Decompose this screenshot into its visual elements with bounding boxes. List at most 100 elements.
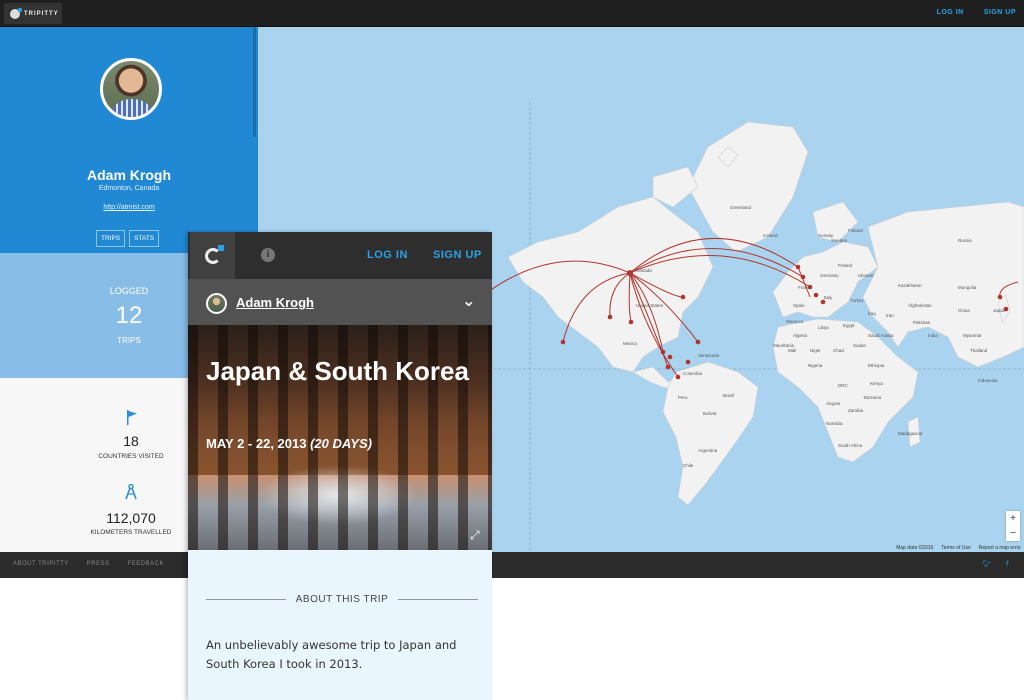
profile-name: Adam Krogh [87, 167, 171, 183]
footer-feedback-link[interactable]: FEEDBACK [128, 561, 164, 567]
map-label: Niger [810, 348, 821, 353]
twitter-icon[interactable]: 🐦︎ [982, 560, 991, 568]
map-label: Germany [820, 273, 839, 278]
footer-about-link[interactable]: ABOUT TRIPITTY [13, 561, 69, 567]
map-label: Indonesia [978, 378, 998, 383]
map-label: Peru [678, 395, 688, 400]
map-label: Mauritania [773, 343, 795, 348]
trip-dates: MAY 2 - 22, 2013 (20 DAYS) [206, 436, 372, 451]
user-name-link[interactable]: Adam Krogh [236, 295, 314, 310]
map-label: Chad [833, 348, 844, 353]
map-label: Afghanistan [908, 303, 932, 308]
zoom-out-button[interactable]: − [1006, 526, 1020, 541]
sidebar-scrollbar[interactable] [253, 27, 256, 137]
map-label: Iceland [763, 233, 778, 238]
map-label: Tanzania [863, 395, 882, 400]
tripitty-logo-icon [10, 7, 22, 19]
trip-details: ABOUT THIS TRIP An unbelievably awesome … [188, 550, 492, 700]
mobile-login-link[interactable]: LOG IN [367, 249, 408, 261]
map-label: Turkey [850, 298, 864, 303]
top-navbar: TRIPITTY LOG IN SIGN UP [0, 0, 1024, 27]
tripitty-logo-icon [204, 244, 224, 264]
report-error-link[interactable]: Report a map error [979, 545, 1021, 551]
map-label: India [928, 333, 938, 338]
map-label: Mongolia [958, 285, 977, 290]
trip-date-range: MAY 2 - 22, 2013 [206, 436, 307, 451]
footer-press-link[interactable]: PRESS [87, 561, 110, 567]
facebook-icon[interactable]: f [1006, 560, 1014, 568]
trip-hero-image: Japan & South Korea MAY 2 - 22, 2013 (20… [188, 325, 492, 550]
mobile-logo[interactable] [190, 232, 235, 279]
map-label: Argentina [698, 448, 718, 453]
avatar [100, 58, 162, 120]
map-label: Zambia [848, 408, 864, 413]
terms-link[interactable]: Terms of Use [941, 545, 970, 551]
map-label: Egypt [843, 323, 855, 328]
map-label: Angola [826, 401, 841, 406]
trip-title: Japan & South Korea [206, 356, 469, 386]
map-label: Kazakhstan [898, 283, 922, 288]
map-label: Greenland [730, 205, 752, 210]
map-label: Madagascar [898, 431, 923, 436]
brand-logo[interactable]: TRIPITTY [4, 3, 62, 24]
avatar [206, 293, 227, 314]
chevron-down-icon[interactable]: ⌄ [462, 291, 475, 310]
map-label: Thailand [970, 348, 988, 353]
stats-button[interactable]: STATS [129, 230, 160, 247]
map-label: Mali [788, 348, 796, 353]
map-label: Algeria [793, 333, 808, 338]
trips-button[interactable]: TRIPS [96, 230, 126, 247]
trip-description: An unbelievably awesome trip to Japan an… [206, 638, 457, 671]
profile-location: Edmonton, Canada [98, 185, 160, 192]
map-label: China [958, 308, 970, 313]
map-label: France [798, 285, 813, 290]
divider [398, 599, 478, 600]
map-label: Japan [993, 308, 1006, 313]
map-label: Canada [636, 268, 652, 273]
map-label: Nigeria [808, 363, 823, 368]
map-label: Finland [848, 228, 863, 233]
map-label: Ethiopia [868, 363, 885, 368]
trip-duration: (20 DAYS) [310, 436, 372, 451]
map-label: DRC [838, 383, 848, 388]
signup-link[interactable]: SIGN UP [984, 9, 1016, 16]
map-label: Spain [793, 303, 805, 308]
map-label: Chile [683, 463, 694, 468]
mobile-navbar: i LOG IN SIGN UP [188, 232, 492, 279]
profile-card: Adam Krogh Edmonton, Canada http://atmis… [0, 27, 258, 253]
map-data-credit: Map data ©2016 [896, 545, 934, 551]
compass-icon [125, 484, 137, 500]
map-label: Ukraine [858, 273, 874, 278]
map-label: Kenya [870, 381, 883, 386]
zoom-in-button[interactable]: + [1006, 511, 1020, 526]
map-label: Russia [958, 238, 972, 243]
map-label: Iran [886, 313, 894, 318]
map-zoom-control: + − [1006, 511, 1020, 541]
map-label: Italy [824, 295, 833, 300]
map-label: Colombia [683, 371, 703, 376]
about-heading-text: ABOUT THIS TRIP [295, 594, 389, 605]
desktop-screenshot: TRIPITTY LOG IN SIGN UP Adam Krogh Edmon… [0, 0, 1024, 578]
map-label: Poland [838, 263, 853, 268]
map-label: United States [636, 303, 664, 308]
map-attribution: Map data ©2016 Terms of Use Report a map… [896, 545, 1021, 551]
login-link[interactable]: LOG IN [937, 9, 964, 16]
map-label: Venezuela [698, 353, 720, 358]
profile-url-link[interactable]: http://atmist.com [0, 204, 258, 211]
map-label: Pakistan [913, 320, 931, 325]
flag-icon [127, 410, 137, 425]
map-label: Saudi Arabia [868, 333, 894, 338]
expand-icon[interactable]: ⤢ [470, 528, 480, 543]
map-label: Bolivia [703, 411, 717, 416]
about-section-heading: ABOUT THIS TRIP [206, 594, 478, 605]
map-label: Sudan [853, 343, 867, 348]
divider [206, 599, 286, 600]
map-label: Libya [818, 325, 829, 330]
mobile-signup-link[interactable]: SIGN UP [433, 249, 482, 261]
map-label: Mexico [623, 341, 638, 346]
map-label: Sweden [831, 238, 848, 243]
user-dropdown[interactable]: Adam Krogh ⌄ [188, 279, 492, 325]
info-icon[interactable]: i [261, 248, 275, 262]
map-label: South Africa [838, 443, 863, 448]
brand-name: TRIPITTY [24, 10, 59, 17]
